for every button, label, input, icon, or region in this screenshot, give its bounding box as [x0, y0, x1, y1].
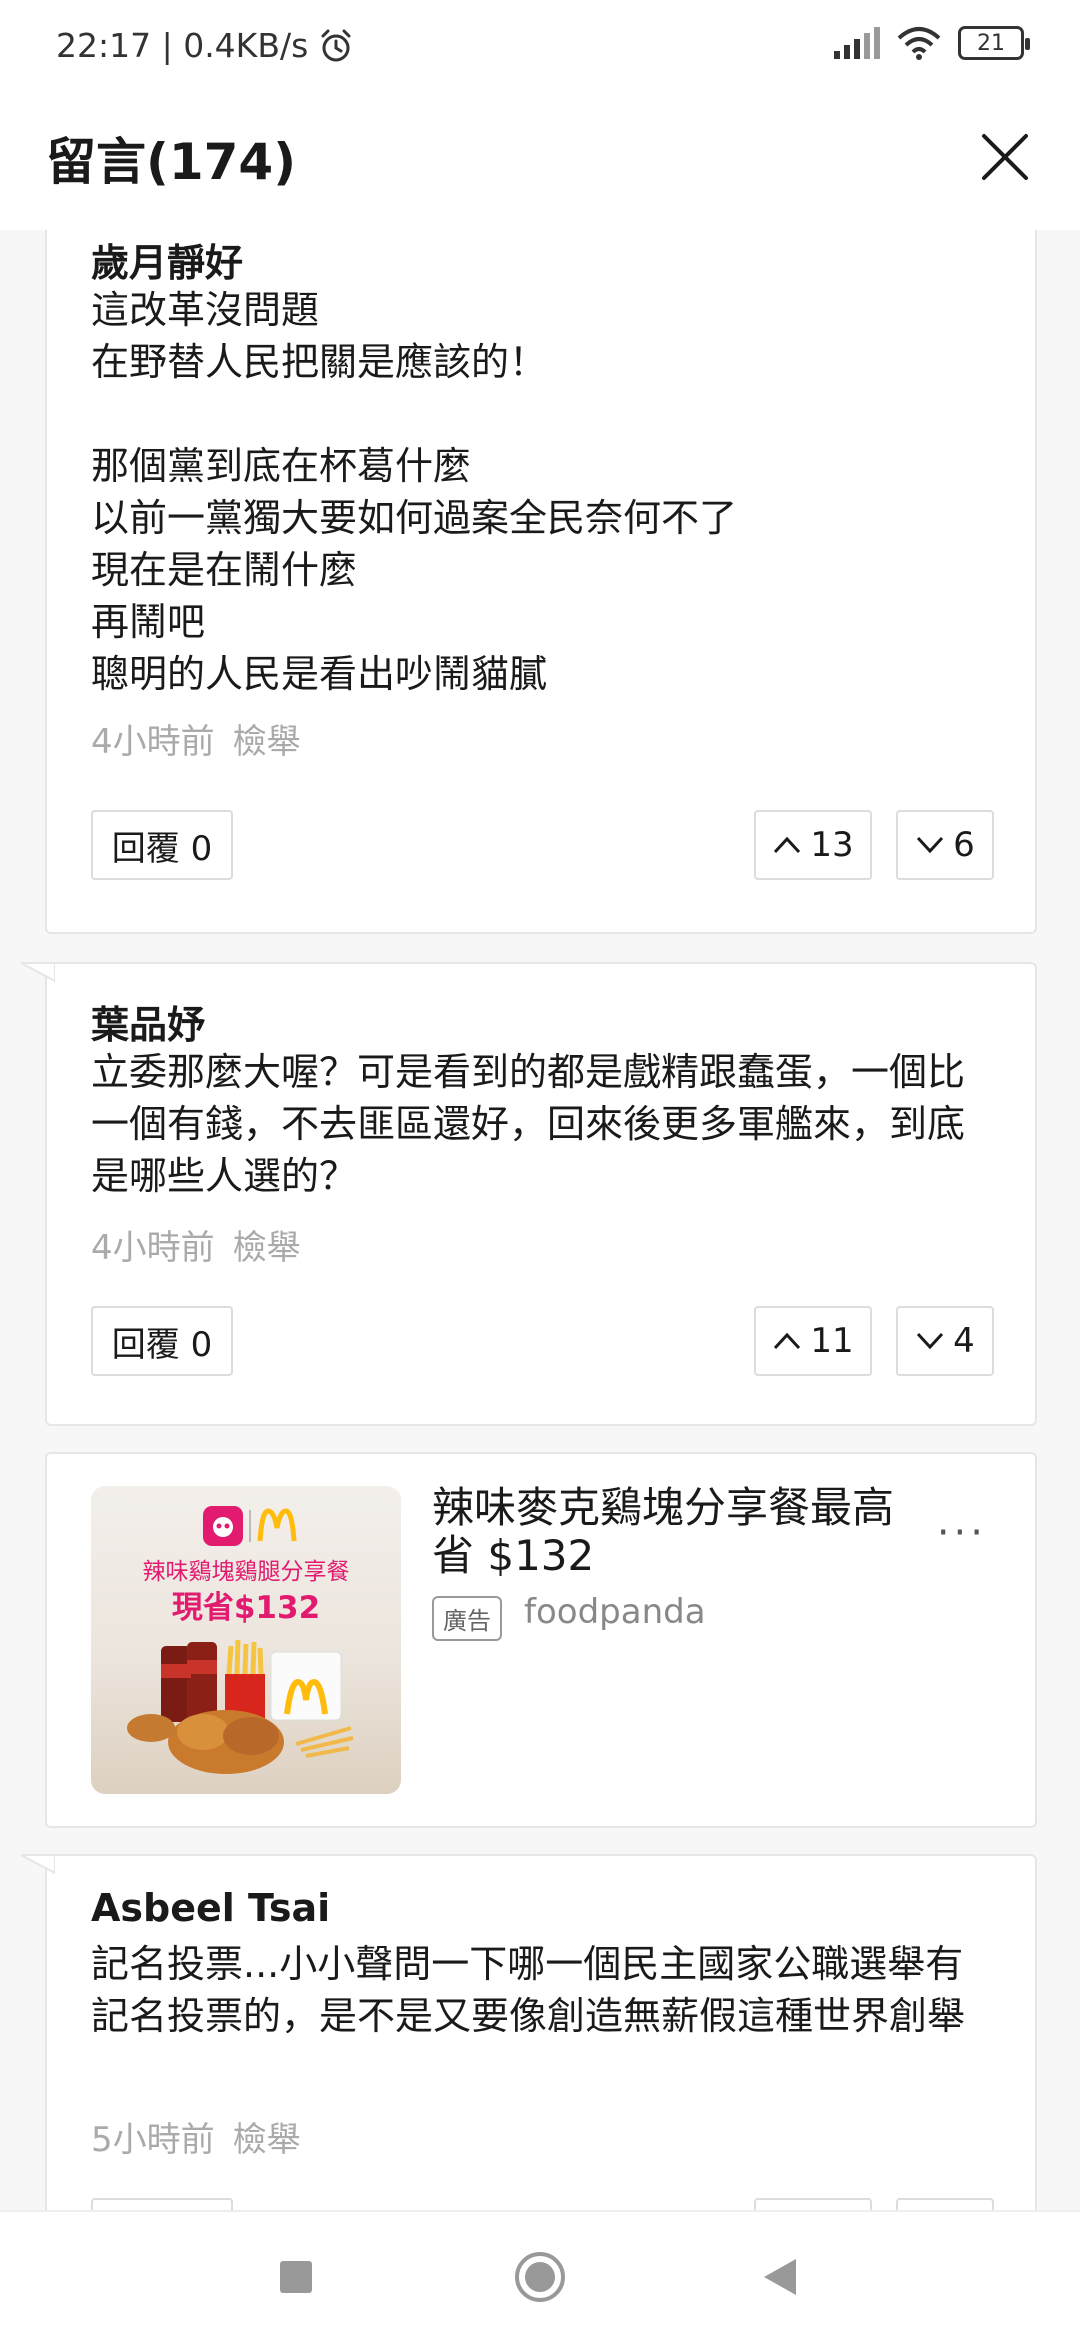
ad-source: foodpanda: [524, 1592, 706, 1632]
status-bar: 22:17 | 0.4KB/s 21: [0, 0, 1080, 92]
comment-author: 歲月靜好: [91, 241, 244, 285]
system-nav-bar: [0, 2210, 1080, 2340]
upvote-count: 13: [810, 825, 854, 865]
upvote-button[interactable]: [754, 2198, 872, 2210]
alarm-icon: [321, 29, 351, 61]
downvote-count: 6: [953, 825, 975, 865]
comments-header: 留言(174): [0, 92, 1080, 230]
ad-image-text: 辣味鷄塊鷄腿分享餐: [142, 1559, 350, 1585]
comment-author: Asbeel Tsai: [91, 1886, 331, 1930]
comment-meta: 4小時前 檢舉: [91, 1220, 301, 1269]
report-link[interactable]: 檢舉: [233, 1220, 301, 1269]
reply-button[interactable]: 回覆 0: [91, 1306, 233, 1376]
comment-feed[interactable]: 歲月靜好 這改革沒問題 在野替人民把關是應該的！ 那個黨到底在杯葛什麼 以前一黨…: [0, 230, 1080, 2210]
comment-time: 4小時前: [91, 1228, 215, 1268]
report-link[interactable]: 檢舉: [233, 2112, 301, 2161]
chevron-down-icon: [917, 836, 944, 854]
wifi-icon: [897, 27, 941, 60]
status-time: 22:17 | 0.4KB/s: [56, 26, 309, 65]
card-notch: [21, 962, 55, 982]
report-link[interactable]: 檢舉: [233, 714, 301, 763]
logo-divider: [249, 1510, 251, 1542]
card-notch: [21, 1854, 55, 1874]
downvote-count: 4: [953, 1321, 975, 1361]
upvote-button[interactable]: 11: [754, 1306, 872, 1376]
battery-level: 21: [977, 30, 1005, 56]
page-title: 留言(174): [46, 133, 297, 191]
chevron-up-icon: [774, 1332, 801, 1350]
ad-image-promo: 現省$132: [171, 1590, 321, 1626]
recents-icon[interactable]: [278, 2259, 314, 2295]
status-left: 22:17 | 0.4KB/s: [56, 26, 354, 65]
downvote-button[interactable]: 6: [896, 810, 994, 880]
comment-author: 葉品妤: [91, 1003, 206, 1047]
upvote-button[interactable]: 13: [754, 810, 872, 880]
comment-card: 歲月靜好 這改革沒問題 在野替人民把關是應該的！ 那個黨到底在杯葛什麼 以前一黨…: [45, 230, 1037, 934]
close-button[interactable]: [970, 122, 1040, 192]
reply-button[interactable]: [91, 2198, 233, 2210]
mcdonalds-logo-icon: [257, 1508, 297, 1542]
ad-image[interactable]: 辣味鷄塊鷄腿分享餐 現省$132: [91, 1486, 401, 1794]
comment-time: 4小時前: [91, 722, 215, 762]
status-right: 21: [832, 26, 1030, 60]
comment-time: 5小時前: [91, 2120, 215, 2160]
close-icon: [982, 134, 1028, 180]
downvote-button[interactable]: [896, 2198, 994, 2210]
comment-meta: 4小時前 檢舉: [91, 714, 301, 763]
ad-badge: 廣告: [432, 1596, 502, 1641]
comment-meta: 5小時前 檢舉: [91, 2112, 301, 2161]
chevron-up-icon: [774, 836, 801, 854]
home-icon[interactable]: [513, 2250, 567, 2304]
foodpanda-logo-icon: [203, 1506, 243, 1546]
signal-icon: [834, 27, 880, 59]
comment-card: Asbeel Tsai 記名投票...小小聲問一下哪一個民主國家公職選舉有記名投…: [21, 1854, 1037, 2210]
more-options-button[interactable]: ···: [937, 1510, 987, 1556]
upvote-count: 11: [810, 1321, 854, 1361]
food-illustration: [127, 1639, 354, 1774]
reply-button[interactable]: 回覆 0: [91, 810, 233, 880]
ad-card[interactable]: 辣味鷄塊鷄腿分享餐 現省$132 辣味麥克鷄塊分享餐最高省 $132 廣告 fo…: [45, 1452, 1037, 1828]
battery-icon: 21: [958, 26, 1030, 60]
comment-card: 葉品妤 立委那麼大喔？可是看到的都是戲精跟蠢蛋，一個比一個有錢，不去匪區還好，回…: [21, 962, 1037, 1426]
downvote-button[interactable]: 4: [896, 1306, 994, 1376]
comment-body: 記名投票...小小聲問一下哪一個民主國家公職選舉有記名投票的，是不是又要像創造無…: [91, 1942, 966, 2038]
chevron-down-icon: [917, 1332, 944, 1350]
comment-body: 立委那麼大喔？可是看到的都是戲精跟蠢蛋，一個比一個有錢，不去匪區還好，回來後更多…: [91, 1050, 966, 1198]
back-icon[interactable]: [762, 2257, 798, 2297]
ad-title[interactable]: 辣味麥克鷄塊分享餐最高省 $132: [432, 1484, 902, 1580]
comment-body: 這改革沒問題 在野替人民把關是應該的！ 那個黨到底在杯葛什麼 以前一黨獨大要如何…: [91, 288, 738, 696]
